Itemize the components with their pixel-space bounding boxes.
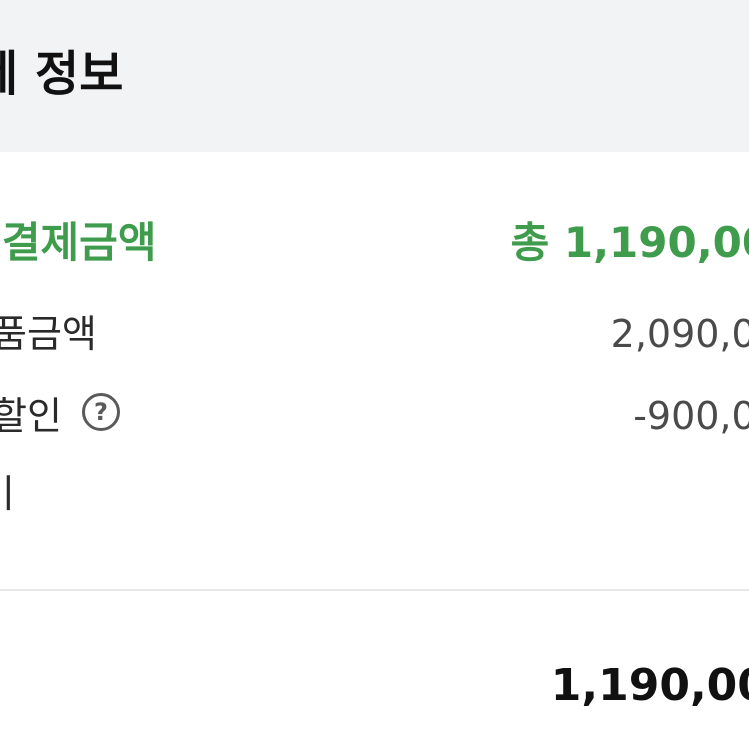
section-header: 결제 정보: [0, 0, 749, 152]
payment-summary-page: 결제 정보 최종 결제금액 총 1,190,000원 총 상품금액 2,090,…: [0, 0, 749, 749]
product-discount-value: -900,000원: [633, 394, 749, 438]
final-payment-value: 총 1,190,000원: [510, 218, 749, 267]
help-circle-icon[interactable]: ?: [82, 393, 120, 431]
total-product-price-label: 총 상품금액: [0, 312, 97, 356]
payment-amount-value: 1,190,000원: [550, 660, 749, 711]
shipping-fee-label: 배송비: [0, 475, 15, 513]
section-title: 결제 정보: [0, 46, 124, 102]
section-divider: [0, 589, 749, 591]
total-product-price-value: 2,090,000원: [610, 312, 749, 356]
final-payment-label: 최종 결제금액: [0, 218, 157, 267]
product-discount-label: 상품 할인: [0, 394, 62, 438]
